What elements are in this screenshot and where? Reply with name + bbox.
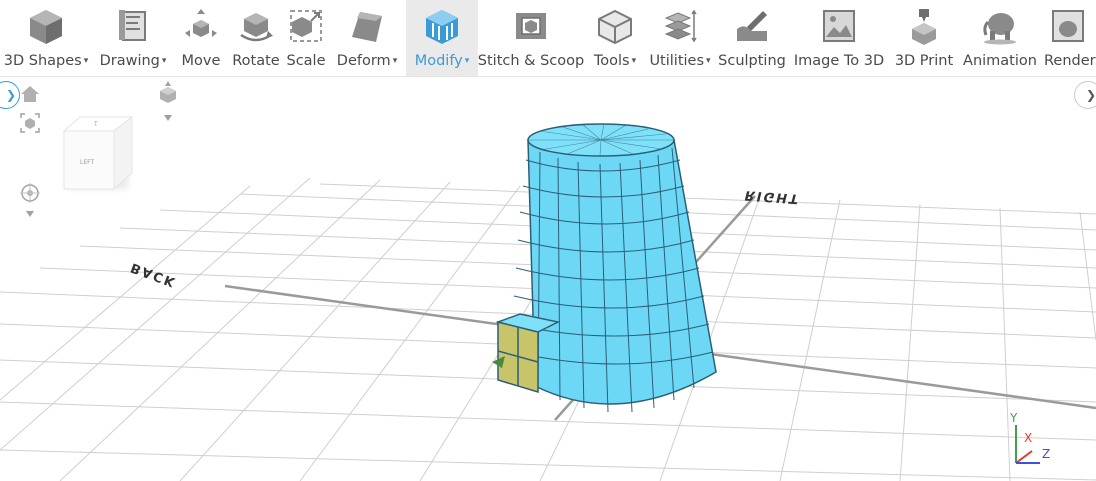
chevron-right-icon: ❯	[1085, 88, 1096, 102]
axis-z-label: Z	[1042, 447, 1051, 461]
scale-icon	[286, 6, 326, 46]
deform-icon	[347, 6, 387, 46]
toolbar-drawing[interactable]: Drawing ▾	[92, 0, 174, 76]
3d-print-icon	[904, 6, 944, 46]
toolbar-modify[interactable]: Modify ▾	[406, 0, 478, 76]
fit-view-icon[interactable]	[20, 113, 40, 133]
axis-gizmo: Y X Z	[1006, 411, 1066, 471]
chevron-right-icon: ❯	[5, 88, 17, 102]
camera-axis-icon[interactable]	[154, 81, 182, 125]
toolbar-label: Scale	[286, 53, 326, 69]
modify-icon	[422, 6, 462, 46]
image-to-3d-icon	[819, 6, 859, 46]
chevron-down-icon: ▾	[392, 56, 398, 66]
cone-model	[511, 123, 717, 413]
toolbar-rotate[interactable]: Rotate	[228, 0, 284, 76]
rotate-icon	[236, 6, 276, 46]
toolbar-sculpting[interactable]: Sculpting	[714, 0, 790, 76]
toolbar-label: Move	[181, 53, 221, 69]
cube-icon	[26, 6, 66, 46]
toolbar-stitch-scoop[interactable]: Stitch & Scoop	[478, 0, 584, 76]
drawing-icon	[113, 6, 153, 46]
animation-icon	[980, 6, 1020, 46]
toolbar-move[interactable]: Move	[174, 0, 228, 76]
right-panel-expand-button[interactable]: ❯	[1074, 81, 1096, 109]
toolbar-label: Drawing	[99, 53, 160, 69]
view-cube-top-face[interactable]: T	[94, 121, 98, 128]
toolbar-label: Modify	[414, 53, 463, 69]
toolbar-label: Rotate	[232, 53, 280, 69]
chevron-down-icon: ▾	[464, 56, 470, 66]
toolbar-label: Image To 3D	[793, 53, 885, 69]
view-cube[interactable]: LEFT T	[58, 113, 142, 195]
view-cube-left-face[interactable]: LEFT	[80, 159, 94, 166]
toolbar-tools[interactable]: Tools ▾	[584, 0, 646, 76]
toolbar-3d-shapes[interactable]: 3D Shapes ▾	[0, 0, 92, 76]
toolbar-label: 3D Shapes	[3, 53, 82, 69]
toolbar-label: Stitch & Scoop	[477, 53, 585, 69]
toolbar-image-to-3d[interactable]: Image To 3D	[790, 0, 888, 76]
toolbar-label: Deform	[336, 53, 391, 69]
chevron-down-icon: ▾	[161, 56, 167, 66]
toolbar-3d-print[interactable]: 3D Print	[888, 0, 960, 76]
move-icon	[181, 6, 221, 46]
toolbar-label: Render	[1044, 53, 1096, 69]
3d-viewport[interactable]: RIGHT BACK ❯ ❯ LEFT T Y X Z	[0, 77, 1096, 481]
toolbar-utilities[interactable]: Utilities ▾	[646, 0, 714, 76]
chevron-down-icon: ▾	[631, 56, 637, 66]
toolbar-label: Sculpting	[718, 53, 786, 69]
axis-y-label: Y	[1010, 411, 1018, 425]
toolbar-label: Utilities	[649, 53, 705, 69]
stitch-scoop-icon	[511, 6, 551, 46]
toolbar-label: 3D Print	[894, 53, 954, 69]
main-toolbar: 3D Shapes ▾ Drawing ▾ Move Rotate Scale …	[0, 0, 1096, 77]
utilities-icon	[660, 6, 700, 46]
axis-x-label: X	[1024, 431, 1033, 445]
tools-icon	[595, 6, 635, 46]
home-view-icon[interactable]	[20, 85, 40, 103]
toolbar-label: Tools	[593, 53, 630, 69]
toolbar-label: Animation	[963, 53, 1037, 69]
toolbar-deform[interactable]: Deform ▾	[328, 0, 406, 76]
toolbar-scale[interactable]: Scale	[284, 0, 328, 76]
chevron-down-icon: ▾	[706, 56, 711, 66]
toolbar-render[interactable]: Render	[1040, 0, 1096, 76]
chevron-down-icon: ▾	[83, 56, 89, 66]
sculpting-icon	[732, 6, 772, 46]
perspective-toggle-icon[interactable]	[18, 183, 42, 219]
toolbar-animation[interactable]: Animation	[960, 0, 1040, 76]
render-icon	[1048, 6, 1088, 46]
